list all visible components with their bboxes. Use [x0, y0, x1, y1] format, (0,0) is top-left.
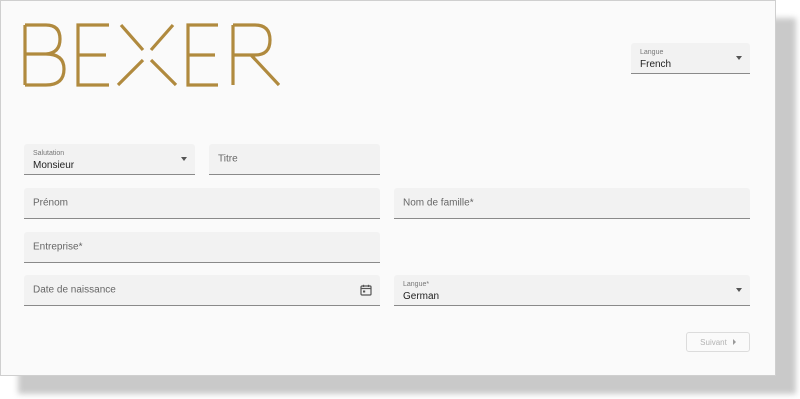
- header-language-value: French: [640, 59, 672, 70]
- header-language-select[interactable]: Langue French: [631, 43, 750, 74]
- salutation-select[interactable]: Salutation Monsieur: [24, 144, 195, 175]
- company-input[interactable]: Entreprise*: [24, 232, 380, 263]
- first-name-placeholder: Prénom: [33, 197, 69, 209]
- last-name-input[interactable]: Nom de famille*: [394, 188, 750, 219]
- first-name-input[interactable]: Prénom: [24, 188, 380, 219]
- calendar-icon[interactable]: [360, 284, 372, 296]
- chevron-down-icon: [736, 56, 742, 60]
- birth-date-input[interactable]: Date de naissance: [24, 275, 380, 306]
- last-name-placeholder: Nom de famille*: [403, 197, 474, 209]
- birth-date-placeholder: Date de naissance: [33, 284, 116, 296]
- header-language-label: Langue: [640, 49, 664, 56]
- salutation-value: Monsieur: [33, 160, 75, 171]
- brand-logo: [23, 23, 280, 87]
- company-placeholder: Entreprise*: [33, 241, 83, 253]
- next-button-label: Suivant: [700, 337, 727, 347]
- registration-card: Langue French Salutation Monsieur Titre …: [0, 0, 776, 376]
- chevron-right-icon: [732, 339, 736, 345]
- language-value: German: [403, 291, 440, 302]
- language-select[interactable]: Langue* German: [394, 275, 750, 306]
- language-label: Langue*: [403, 281, 430, 288]
- chevron-down-icon: [181, 157, 187, 161]
- title-input[interactable]: Titre: [209, 144, 380, 175]
- next-button[interactable]: Suivant: [686, 332, 750, 352]
- title-placeholder: Titre: [218, 153, 238, 165]
- salutation-label: Salutation: [33, 150, 65, 157]
- chevron-down-icon: [736, 288, 742, 292]
